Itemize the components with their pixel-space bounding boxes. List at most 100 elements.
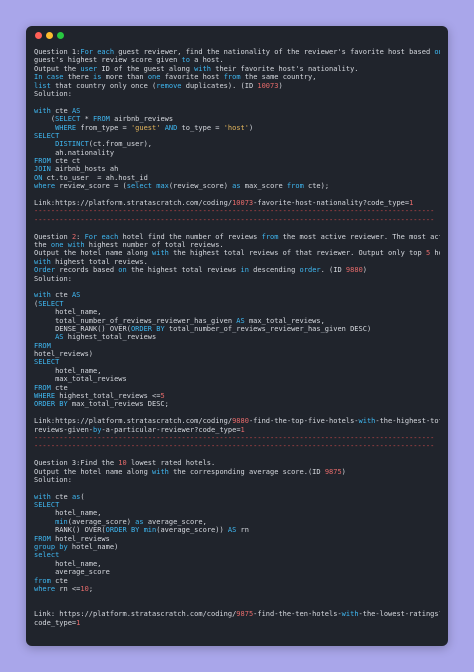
code-line: ----------------------------------------…	[34, 434, 440, 442]
code-token: 10073	[257, 81, 279, 90]
code-token: total_number_of_reviews_reviewer_has_giv…	[34, 316, 237, 325]
code-line: total_number_of_reviews_reviewer_has_giv…	[34, 317, 440, 325]
code-token: )	[362, 266, 367, 275]
code-token: as	[135, 517, 144, 526]
code-token: hotel_name)	[67, 543, 119, 552]
code-line: guest's highest review score given to a …	[34, 56, 440, 64]
code-token: with	[34, 492, 51, 501]
code-line: ----------------------------------------…	[34, 216, 440, 224]
code-token: hotel_name,	[34, 509, 102, 518]
code-line: Solution:	[34, 90, 440, 98]
code-token: one	[50, 240, 64, 249]
minimize-dot-icon[interactable]	[46, 32, 53, 39]
code-token: on	[434, 48, 440, 56]
code-line: Output the hotel name along with the cor…	[34, 468, 440, 476]
code-token: cte	[50, 106, 72, 115]
code-line: min(average_score) as average_score,	[34, 518, 440, 526]
code-token: ORDER BY	[130, 324, 165, 333]
code-token: Question	[34, 232, 72, 241]
code-token: case	[46, 73, 64, 82]
code-line: with cte AS	[34, 291, 440, 299]
code-token: group by	[34, 543, 68, 552]
code-token: )	[278, 81, 283, 90]
code-content: Question 1: For each guest reviewer, find…	[34, 48, 440, 627]
code-line: ----------------------------------------…	[34, 207, 440, 215]
code-token: 10073	[232, 199, 254, 208]
close-dot-icon[interactable]	[35, 32, 42, 39]
code-token: (average_score)	[67, 517, 136, 526]
code-token: hotel_name,	[34, 308, 102, 317]
code-token: review_score = (	[55, 182, 127, 191]
code-token: FROM	[34, 534, 51, 543]
code-token: with	[152, 249, 169, 258]
code-token: cte ct	[50, 157, 81, 166]
code-token: records based	[55, 266, 119, 275]
code-token: as	[232, 182, 241, 191]
code-token: hotel find the number of reviews	[118, 232, 262, 241]
code-token: from_type =	[76, 123, 131, 132]
code-token: the corresponding average score.(ID	[168, 467, 325, 476]
code-line: Question 3:Find the 10 lowest rated hote…	[34, 459, 440, 467]
code-token: with	[34, 106, 51, 115]
code-token: airbnb_hosts ah	[50, 165, 119, 174]
code-token: ----------------------------------------…	[34, 442, 435, 451]
code-token: Solution:	[34, 89, 72, 98]
code-token: -the-highest-total-	[375, 417, 440, 426]
code-token: with	[34, 291, 51, 300]
code-token: -a-particular-reviewer?code_type=	[101, 425, 241, 434]
code-token: -find-the-top-five-hotels-	[248, 417, 359, 426]
code-token: where	[34, 182, 56, 191]
code-token: hotels	[434, 249, 440, 258]
code-token: Output the	[34, 64, 81, 73]
code-token: with	[34, 257, 51, 266]
code-token: to_type =	[177, 123, 224, 132]
code-token: with	[358, 417, 376, 426]
code-token: *	[80, 115, 94, 124]
code-line: (SELECT	[34, 300, 440, 308]
code-token: favorite host	[160, 73, 224, 82]
code-line: SELECT	[34, 501, 440, 509]
code-token: For each	[80, 48, 115, 56]
code-line: group by hotel_name)	[34, 543, 440, 551]
code-line: WHERE from_type = 'guest' AND to_type = …	[34, 124, 440, 132]
code-token: 5	[160, 392, 165, 401]
code-token: with	[341, 610, 359, 619]
code-line: list that country only once (remove dupl…	[34, 82, 440, 90]
code-token: ct.to_user = ah.host_id	[42, 173, 148, 182]
code-line: Question 1:For each guest reviewer, find…	[34, 48, 440, 56]
maximize-dot-icon[interactable]	[57, 32, 64, 39]
code-line: max_total_reviews	[34, 375, 440, 383]
code-token: ----------------------------------------…	[34, 207, 435, 216]
code-line: Output the hotel name along with the hig…	[34, 249, 440, 257]
code-line: (SELECT * FROM airbnb_reviews	[34, 115, 440, 123]
code-token: (average_score))	[156, 526, 228, 535]
code-line: hotel_name,	[34, 367, 440, 375]
code-token: 10	[80, 585, 89, 593]
code-line: DISTINCT(ct.from_user),	[34, 140, 440, 148]
code-token: ----------------------------------------…	[34, 215, 435, 224]
code-line: RANK() OVER(ORDER BY min(average_score))…	[34, 526, 440, 534]
code-token: to	[181, 56, 190, 65]
code-token: max_total_reviews DESC;	[67, 400, 169, 409]
code-line: WHERE highest_total_reviews <=5	[34, 392, 440, 400]
code-line: Solution:	[34, 476, 440, 484]
code-token: SELECT	[34, 501, 60, 510]
code-token: cte	[50, 383, 68, 392]
code-token: (review_score)	[168, 182, 233, 191]
code-token: descending	[248, 266, 300, 275]
code-token: the	[34, 240, 51, 249]
code-line: where review_score = (select max(review_…	[34, 182, 440, 190]
code-line: ON ct.to_user = ah.host_id	[34, 174, 440, 182]
code-token: :	[76, 232, 85, 241]
code-token: JOIN	[34, 165, 51, 174]
code-line: hotel_name,	[34, 509, 440, 517]
code-token: highest_total_reviews	[63, 333, 157, 342]
code-token: 1	[76, 618, 81, 627]
code-token: guest reviewer, find the nationality of …	[114, 48, 435, 56]
